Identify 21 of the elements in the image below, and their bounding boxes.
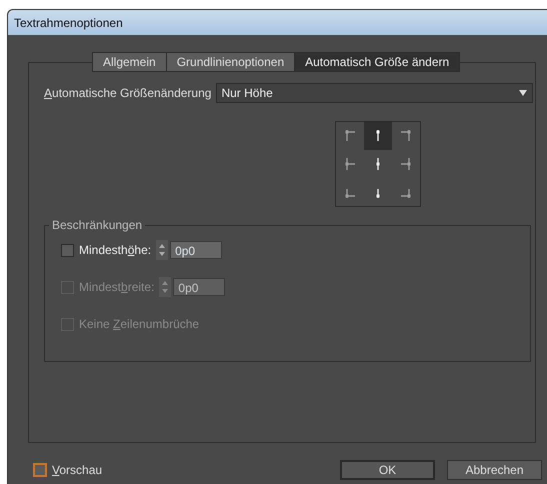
caret-icon [518, 90, 528, 96]
option-label: Keine Zeilenumbrüche [79, 317, 200, 331]
dropdown-value: Nur Höhe [221, 86, 273, 100]
input-field[interactable]: 0p0 [170, 241, 222, 259]
stepper-icon[interactable] [159, 277, 172, 297]
preview-label: Vorschau [52, 463, 102, 477]
auto-size-label: Automatische Größenänderung [44, 86, 212, 100]
tab[interactable]: Grundlinienoptionen [166, 52, 296, 72]
window-title: Textrahmenoptionen [14, 16, 123, 30]
auto-size-dropdown[interactable]: Nur Höhe [216, 83, 533, 103]
option-label: Mindestbreite: [79, 280, 154, 294]
stepper-icon[interactable] [156, 240, 168, 260]
group-title: Beschränkungen [49, 218, 146, 232]
checkbox[interactable] [61, 244, 74, 256]
tab[interactable]: Allgemein [92, 52, 167, 72]
checkbox[interactable] [33, 463, 47, 477]
dialog-button[interactable]: OK [340, 460, 435, 480]
reference-point[interactable] [364, 122, 392, 150]
tab[interactable]: Automatisch Größe ändern [294, 52, 460, 72]
dialog-button[interactable]: Abbrechen [447, 460, 542, 480]
option-label: Mindesthöhe: [79, 243, 152, 257]
